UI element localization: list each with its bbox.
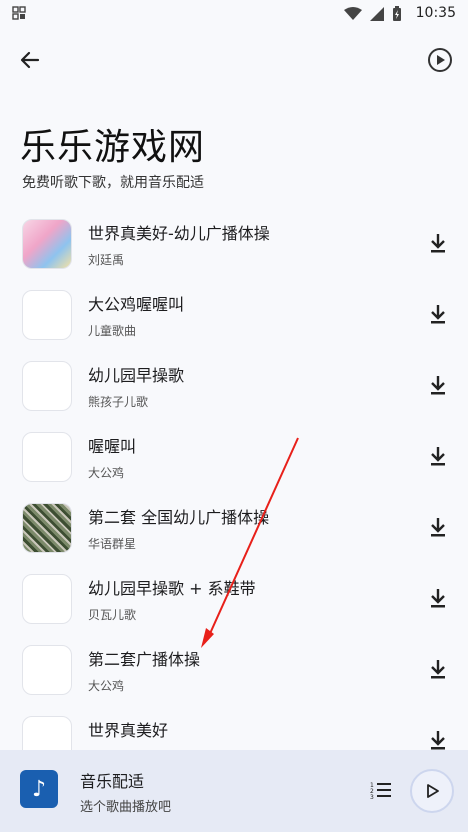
song-cover [22, 645, 72, 695]
download-icon[interactable] [428, 587, 448, 609]
song-title: 大公鸡喔喔叫 [88, 295, 185, 314]
page-subtitle: 免费听歌下歌，就用音乐配适 [22, 175, 204, 191]
song-cover [22, 432, 72, 482]
song-title: 第二套 全国幼儿广播体操 [88, 508, 270, 527]
app-grid-icon [12, 6, 26, 20]
song-item[interactable]: 第二套 全国幼儿广播体操 华语群星 [0, 498, 468, 569]
song-item[interactable]: 第二套广播体操 大公鸡 [0, 640, 468, 711]
song-artist: 贝瓦儿歌 [88, 608, 137, 622]
song-cover [22, 361, 72, 411]
status-bar: 10:35 [0, 0, 468, 28]
download-icon[interactable] [428, 232, 448, 254]
song-item[interactable]: 幼儿园早操歌 + 系鞋带 贝瓦儿歌 [0, 569, 468, 640]
status-time: 10:35 [415, 5, 456, 21]
download-icon[interactable] [428, 374, 448, 396]
song-cover [22, 290, 72, 340]
song-cover [22, 716, 72, 750]
playlist-icon[interactable]: 1 2 3 [370, 780, 392, 800]
song-artist: 儿童歌曲 [88, 324, 137, 338]
play-button[interactable] [410, 769, 454, 813]
download-icon[interactable] [428, 303, 448, 325]
song-title: 世界真美好 [88, 721, 169, 740]
song-artist: 华语群星 [88, 537, 137, 551]
download-icon[interactable] [428, 516, 448, 538]
song-item[interactable]: 世界真美好-幼儿广播体操 刘廷禹 [0, 214, 468, 285]
song-artist: 大公鸡 [88, 466, 125, 480]
player-subtitle: 选个歌曲播放吧 [80, 800, 172, 815]
signal-icon [370, 7, 384, 21]
song-artist: 熊孩子儿歌 [88, 395, 149, 409]
song-item[interactable]: 大公鸡喔喔叫 儿童歌曲 [0, 285, 468, 356]
song-cover [22, 574, 72, 624]
back-arrow-icon[interactable] [16, 46, 44, 74]
music-note-icon: ♪ [20, 770, 58, 808]
song-title: 第二套广播体操 [88, 650, 201, 669]
play-icon [427, 784, 439, 798]
player-title: 音乐配适 [80, 772, 145, 791]
song-item[interactable]: 幼儿园早操歌 熊孩子儿歌 [0, 356, 468, 427]
app-bar [0, 36, 468, 80]
play-circle-icon[interactable] [426, 46, 454, 74]
song-list: 世界真美好-幼儿广播体操 刘廷禹 大公鸡喔喔叫 儿童歌曲 幼儿园早操歌 熊孩子儿… [0, 214, 468, 750]
song-title: 世界真美好-幼儿广播体操 [88, 224, 270, 243]
page-title: 乐乐游戏网 [20, 127, 206, 168]
song-item[interactable]: 世界真美好 [0, 711, 468, 750]
song-title: 喔喔叫 [88, 437, 137, 456]
song-cover [22, 503, 72, 553]
download-icon[interactable] [428, 658, 448, 680]
song-artist: 刘廷禹 [88, 253, 125, 267]
battery-icon [393, 6, 401, 21]
mini-player[interactable]: ♪ 音乐配适 选个歌曲播放吧 1 2 3 [0, 750, 468, 832]
svg-text:3: 3 [370, 794, 374, 800]
song-title: 幼儿园早操歌 + 系鞋带 [88, 579, 256, 598]
download-icon[interactable] [428, 445, 448, 467]
song-item[interactable]: 喔喔叫 大公鸡 [0, 427, 468, 498]
song-title: 幼儿园早操歌 [88, 366, 185, 385]
download-icon[interactable] [428, 729, 448, 750]
wifi-icon [344, 7, 362, 20]
song-artist: 大公鸡 [88, 679, 125, 693]
song-cover [22, 219, 72, 269]
